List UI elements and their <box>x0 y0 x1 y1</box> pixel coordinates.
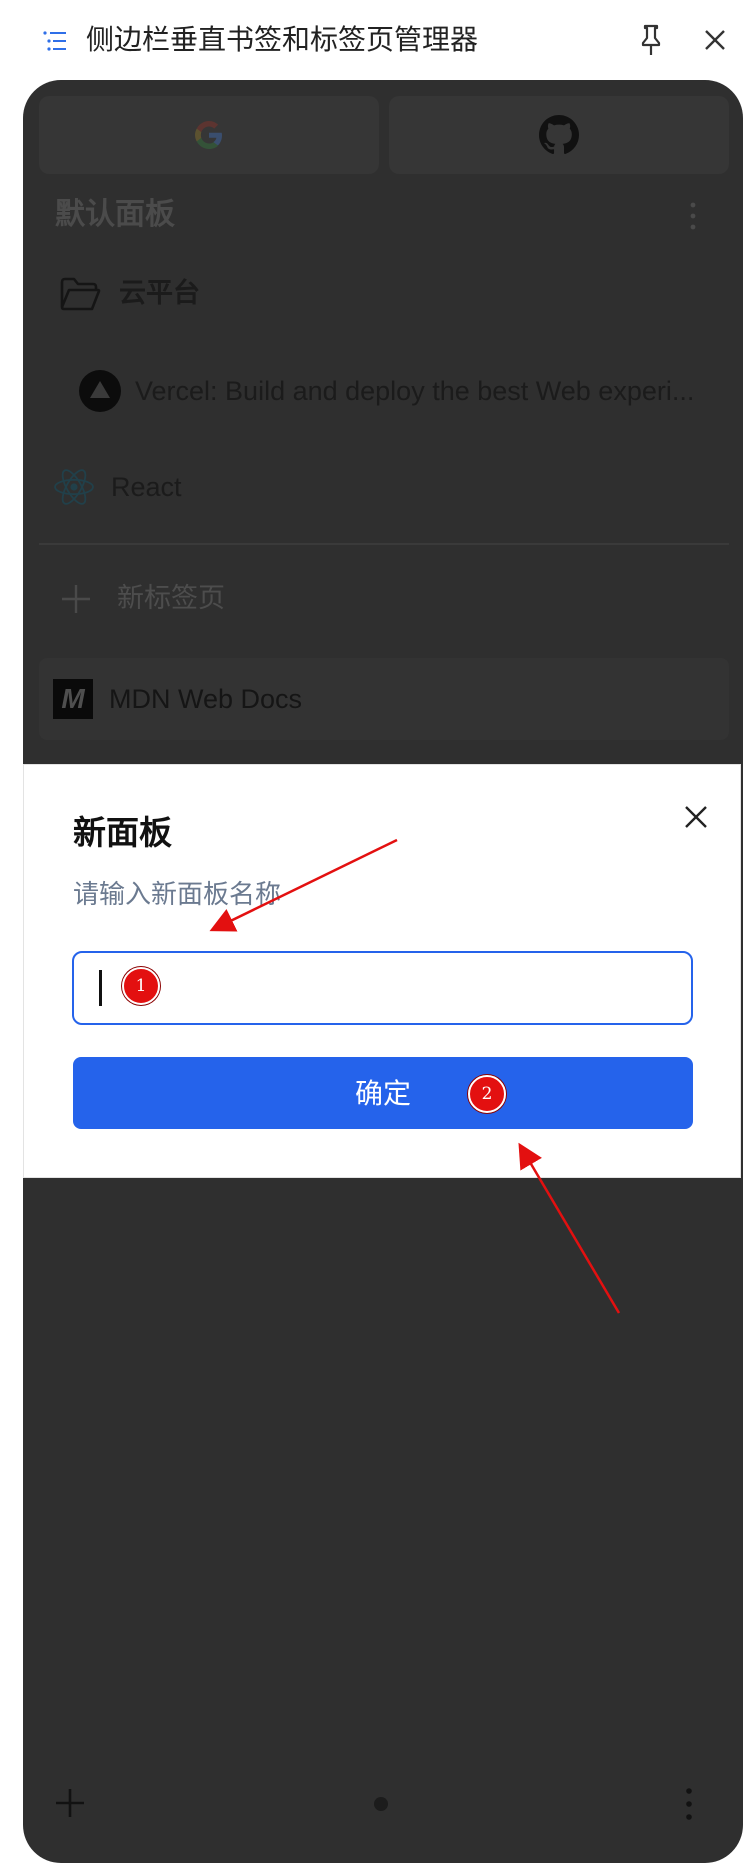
annotation-badge-1: 1 <box>122 967 160 1005</box>
github-icon <box>539 115 579 155</box>
react-icon <box>54 469 94 505</box>
window-title: 侧边栏垂直书签和标签页管理器 <box>86 23 479 56</box>
page-dot-indicator[interactable] <box>374 1797 388 1811</box>
folder-name[interactable]: 云平台 <box>119 274 200 314</box>
more-vertical-icon[interactable] <box>679 1784 699 1824</box>
dialog-title: 新面板 <box>73 813 172 852</box>
board-title: 默认面板 <box>55 197 175 232</box>
folder-icon[interactable] <box>59 276 101 312</box>
text-caret <box>99 970 102 1006</box>
dialog-description: 请输入新面板名称 <box>73 880 282 910</box>
bookmark-react[interactable]: React <box>111 466 182 508</box>
pinned-site-github[interactable] <box>389 96 729 174</box>
title-bar: 侧边栏垂直书签和标签页管理器 <box>0 0 743 80</box>
pinned-site-google[interactable] <box>39 96 379 174</box>
annotation-badge-2: 2 <box>468 1075 506 1113</box>
divider <box>39 543 729 545</box>
google-icon <box>195 121 222 149</box>
close-icon[interactable] <box>682 803 710 831</box>
list-icon <box>43 31 66 51</box>
bookmark-vercel[interactable]: Vercel: Build and deploy the best Web ex… <box>135 370 735 412</box>
tab-mdn[interactable]: M MDN Web Docs <box>39 658 729 740</box>
confirm-button[interactable]: 确定 <box>73 1057 693 1129</box>
mdn-icon: M <box>53 679 93 719</box>
new-tab-label[interactable]: 新标签页 <box>117 578 225 620</box>
board-name-input[interactable] <box>72 951 693 1025</box>
plus-icon[interactable] <box>59 582 93 616</box>
more-vertical-icon[interactable] <box>683 198 703 234</box>
vercel-icon <box>79 370 121 412</box>
close-icon[interactable] <box>700 25 730 55</box>
add-board-plus-icon[interactable] <box>53 1786 87 1820</box>
tab-title: MDN Web Docs <box>109 684 303 714</box>
pin-icon[interactable] <box>636 22 666 58</box>
